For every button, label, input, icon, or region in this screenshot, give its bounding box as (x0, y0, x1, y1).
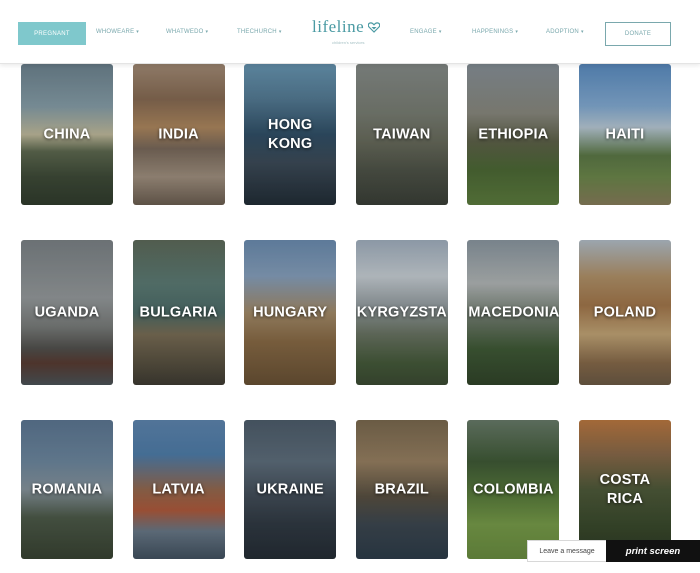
country-label: MACEDONIA (468, 304, 560, 320)
pregnant-button[interactable]: PREGNANT (18, 22, 86, 45)
logo-tagline: children's services (332, 40, 365, 45)
nav-who-we-are[interactable]: WHOWEARE ▾ (96, 29, 139, 35)
country-label: COLOMBIA (473, 481, 554, 497)
chevron-down-icon: ▾ (515, 29, 519, 35)
country-card-brazil[interactable]: BRAZIL (355, 420, 448, 559)
chevron-down-icon: ▾ (580, 29, 584, 35)
country-card-macedonia[interactable]: MACEDONIA (467, 240, 560, 385)
chat-widget[interactable]: Leave a message print screen (527, 540, 700, 562)
chevron-down-icon: ▾ (205, 29, 209, 35)
nav-label: THECHURCH (237, 29, 277, 35)
nav-label: ENGAGE (410, 29, 437, 35)
country-card-hungary[interactable]: HUNGARY (244, 240, 337, 385)
country-card-taiwan[interactable]: TAIWAN (355, 64, 448, 205)
country-label: POLAND (593, 304, 657, 320)
country-label: KYRGYZSTA (356, 304, 447, 320)
country-card-india[interactable]: INDIA (132, 64, 225, 205)
nav-the-church[interactable]: THECHURCH ▾ (237, 29, 282, 35)
country-card-china[interactable]: CHINA (21, 64, 113, 205)
site-header: PREGNANT WHOWEARE ▾ WHATWEDO ▾ THECHURCH ▾ … (0, 0, 700, 64)
nav-engage[interactable]: ENGAGE ▾ (410, 29, 442, 35)
nav-adoption[interactable]: ADOPTION ▾ (546, 29, 584, 35)
chevron-down-icon: ▾ (278, 29, 282, 35)
country-label: UGANDA (34, 304, 100, 320)
country-label: COSTA RICA (599, 471, 651, 507)
country-label: BRAZIL (374, 481, 429, 497)
country-label: UKRAINE (256, 481, 324, 497)
country-label: CHINA (43, 126, 91, 142)
country-card-kyrgyzstan[interactable]: KYRGYZSTA (355, 240, 448, 385)
country-card-ukraine[interactable]: UKRAINE (244, 420, 337, 559)
leave-message-button[interactable]: Leave a message (527, 540, 606, 562)
donate-button[interactable]: DONATE (605, 22, 671, 46)
country-label: BULGARIA (139, 304, 218, 320)
country-card-haiti[interactable]: HAITI (578, 64, 671, 205)
country-grid: CHINA INDIA HONG KONG TAIWAN ETHIOPIA HA… (21, 64, 671, 564)
nav-label: WHOWEARE (96, 29, 135, 35)
country-label: LATVIA (152, 481, 205, 497)
country-card-poland[interactable]: POLAND (578, 240, 671, 385)
chevron-down-icon: ▾ (136, 29, 139, 35)
country-label: ROMANIA (31, 481, 103, 497)
country-card-bulgaria[interactable]: BULGARIA (132, 240, 225, 385)
nav-label: HAPPENINGS (472, 29, 514, 35)
country-label: ETHIOPIA (478, 126, 549, 142)
country-label: HONG KONG (268, 116, 313, 152)
country-card-ethiopia[interactable]: ETHIOPIA (467, 64, 560, 205)
country-card-latvia[interactable]: LATVIA (132, 420, 225, 559)
country-label: TAIWAN (373, 126, 431, 142)
lifeline-logo[interactable]: lifeline children's services (312, 18, 386, 48)
nav-happenings[interactable]: HAPPENINGS ▾ (472, 29, 518, 35)
country-label: HAITI (605, 126, 645, 142)
country-card-colombia[interactable]: COLOMBIA (467, 420, 560, 559)
country-label: INDIA (158, 126, 199, 142)
print-screen-badge: print screen (606, 540, 700, 562)
country-card-hong-kong[interactable]: HONG KONG (244, 64, 337, 205)
country-card-romania[interactable]: ROMANIA (21, 420, 113, 559)
country-card-costa-rica[interactable]: COSTA RICA (578, 420, 671, 559)
chevron-down-icon: ▾ (438, 29, 442, 35)
country-label: HUNGARY (253, 304, 328, 320)
heart-icon (368, 22, 380, 33)
nav-label: ADOPTION (546, 29, 579, 35)
nav-what-we-do[interactable]: WHATWEDO ▾ (166, 29, 208, 35)
nav-label: WHATWEDO (166, 29, 204, 35)
country-card-uganda[interactable]: UGANDA (21, 240, 113, 385)
